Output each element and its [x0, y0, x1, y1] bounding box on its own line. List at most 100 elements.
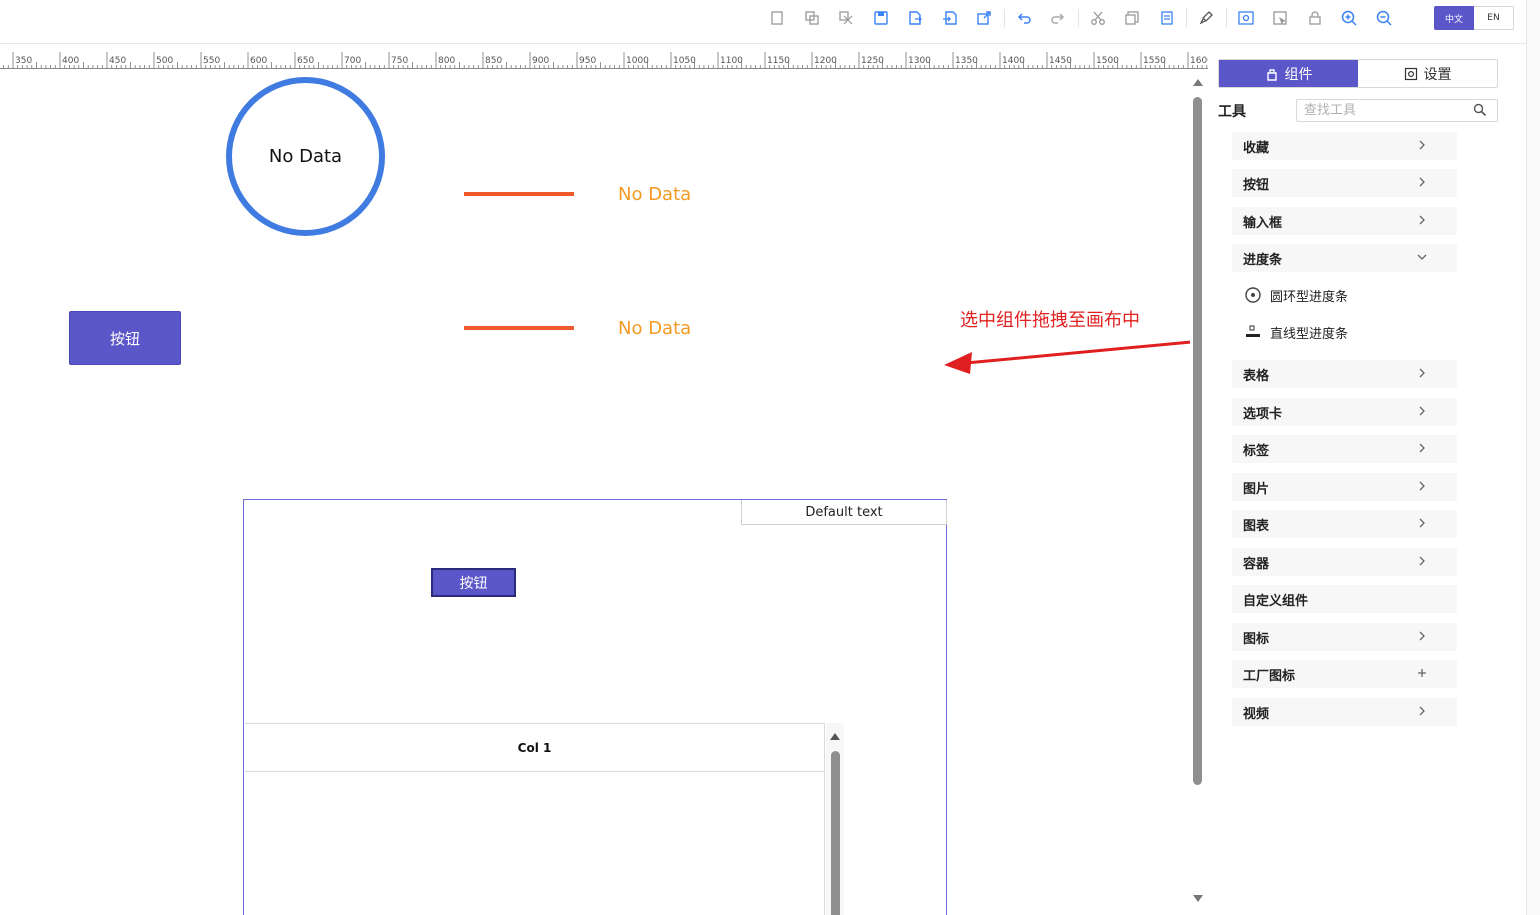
tab-settings[interactable]: 设置	[1358, 60, 1497, 87]
ruler-label: 1100	[720, 56, 743, 66]
undo-button[interactable]	[1007, 6, 1042, 30]
toolbar-separator	[1225, 9, 1227, 27]
category-label: 表格	[1243, 368, 1270, 384]
container-widget[interactable]: Default text 按钮 Col 1	[243, 499, 947, 915]
zoom-out-button[interactable]	[1367, 6, 1402, 30]
cut-button[interactable]	[1081, 6, 1116, 30]
chevron-right-icon	[1419, 706, 1425, 716]
table-header-col1[interactable]: Col 1	[245, 724, 825, 772]
category-item[interactable]: 标签	[1232, 435, 1457, 463]
editor-canvas[interactable]: No Data No Data No Data 按钮 选中组件拖拽至画布中 De…	[0, 69, 1190, 915]
export-button[interactable]	[898, 6, 933, 30]
chevron-right-icon	[1419, 518, 1425, 528]
ruler-label: 1000	[626, 56, 649, 66]
import-button[interactable]	[933, 6, 968, 30]
save-button[interactable]	[864, 6, 899, 30]
scroll-down-icon[interactable]	[1193, 895, 1203, 902]
ring-progress-text: No Data	[268, 146, 343, 167]
brush-button[interactable]	[1189, 6, 1224, 30]
category-item[interactable]: 收藏	[1232, 132, 1457, 160]
category-item[interactable]: 选项卡	[1232, 398, 1457, 426]
chevron-right-icon	[1419, 631, 1425, 641]
undo-icon	[1017, 13, 1031, 24]
category-item[interactable]: 视频	[1232, 698, 1457, 726]
progress-component-item[interactable]: 圆环型进度条	[1244, 283, 1348, 307]
container-button[interactable]: 按钮	[431, 568, 516, 597]
toolbar-separator	[1003, 9, 1005, 27]
panel-tabs: 组件 设置	[1218, 59, 1498, 88]
category-item[interactable]: 容器	[1232, 548, 1457, 576]
select-button[interactable]	[1263, 6, 1298, 30]
new-page-button[interactable]	[760, 6, 795, 30]
cut-icon	[1090, 11, 1105, 25]
category-label: 选项卡	[1243, 406, 1283, 422]
category-item[interactable]: 输入框	[1232, 207, 1457, 235]
table-widget[interactable]: Col 1	[245, 723, 825, 915]
chevron-right-icon	[1419, 368, 1425, 378]
category-label: 自定义组件	[1243, 593, 1309, 609]
document-button[interactable]	[1150, 6, 1185, 30]
category-label: 图标	[1243, 631, 1270, 647]
category-item[interactable]: 图表	[1232, 510, 1457, 538]
table-scrollbar[interactable]	[826, 723, 844, 915]
share-button[interactable]	[967, 6, 1002, 30]
category-item[interactable]: 进度条	[1232, 244, 1457, 272]
zoom-in-button[interactable]	[1332, 6, 1367, 30]
brush-icon	[1199, 11, 1214, 25]
preview-button[interactable]	[1229, 6, 1264, 30]
chevron-right-icon	[1419, 177, 1425, 187]
lock-icon	[1309, 11, 1321, 25]
ring-progress-widget[interactable]: No Data	[226, 77, 385, 236]
lang-zh-button[interactable]: 中文	[1434, 6, 1474, 30]
table-body	[245, 772, 825, 915]
paste-button[interactable]	[829, 6, 864, 30]
canvas-scroll-thumb[interactable]	[1193, 97, 1202, 785]
category-item[interactable]: 工厂图标	[1232, 660, 1457, 688]
canvas-button[interactable]: 按钮	[69, 311, 181, 365]
tab-components-label: 组件	[1284, 66, 1313, 83]
category-item[interactable]: 表格	[1232, 360, 1457, 388]
zoom-out-icon	[1376, 10, 1392, 26]
toolbar-separator	[1077, 9, 1079, 27]
ring-progress-icon	[1245, 287, 1261, 303]
annotation-arrow-icon	[944, 340, 1190, 374]
tab-components[interactable]: 组件	[1219, 60, 1358, 87]
ruler-label: 950	[579, 56, 596, 66]
category-label: 工厂图标	[1243, 668, 1296, 684]
duplicate-button[interactable]	[1115, 6, 1150, 30]
line-progress-text-1: No Data	[618, 184, 692, 205]
ruler-label: 1600	[1190, 56, 1208, 66]
progress-component-label: 直线型进度条	[1270, 326, 1349, 342]
lock-button[interactable]	[1298, 6, 1333, 30]
category-item[interactable]: 图标	[1232, 623, 1457, 651]
zoom-in-icon	[1342, 10, 1357, 26]
copy-icon	[805, 11, 819, 25]
new-page-icon	[771, 11, 783, 25]
ruler-label: 750	[391, 56, 408, 66]
table-scroll-up-icon[interactable]	[830, 733, 840, 740]
ruler-ticks: 350 400 450 500 550 600 650 700 750 800 850 900 950 1…	[3, 52, 1208, 68]
canvas-scrollbar[interactable]	[1190, 69, 1206, 915]
lang-en-button[interactable]: EN	[1474, 6, 1514, 30]
ruler-label: 1250	[861, 56, 884, 66]
category-item[interactable]: 按钮	[1232, 169, 1457, 197]
copy-button[interactable]	[795, 6, 830, 30]
redo-button[interactable]	[1041, 6, 1076, 30]
chevron-right-icon	[1419, 406, 1425, 416]
category-item[interactable]: 图片	[1232, 473, 1457, 501]
category-item[interactable]: 自定义组件	[1232, 585, 1457, 613]
line-progress-bar-2[interactable]	[464, 326, 574, 330]
category-label: 标签	[1243, 443, 1270, 459]
component-icon	[1266, 68, 1277, 81]
table-scroll-thumb[interactable]	[831, 751, 840, 915]
ruler-label: 350	[15, 56, 32, 66]
ruler-label: 1450	[1049, 56, 1072, 66]
ruler-label: 850	[485, 56, 502, 66]
category-label: 按钮	[1243, 177, 1270, 193]
line-progress-bar-1[interactable]	[464, 192, 574, 196]
scroll-up-icon[interactable]	[1193, 79, 1203, 86]
search-icon[interactable]	[1473, 103, 1487, 117]
progress-component-item[interactable]: 直线型进度条	[1244, 320, 1348, 344]
container-tab[interactable]: Default text	[741, 500, 947, 525]
tool-search-input[interactable]	[1296, 99, 1498, 122]
